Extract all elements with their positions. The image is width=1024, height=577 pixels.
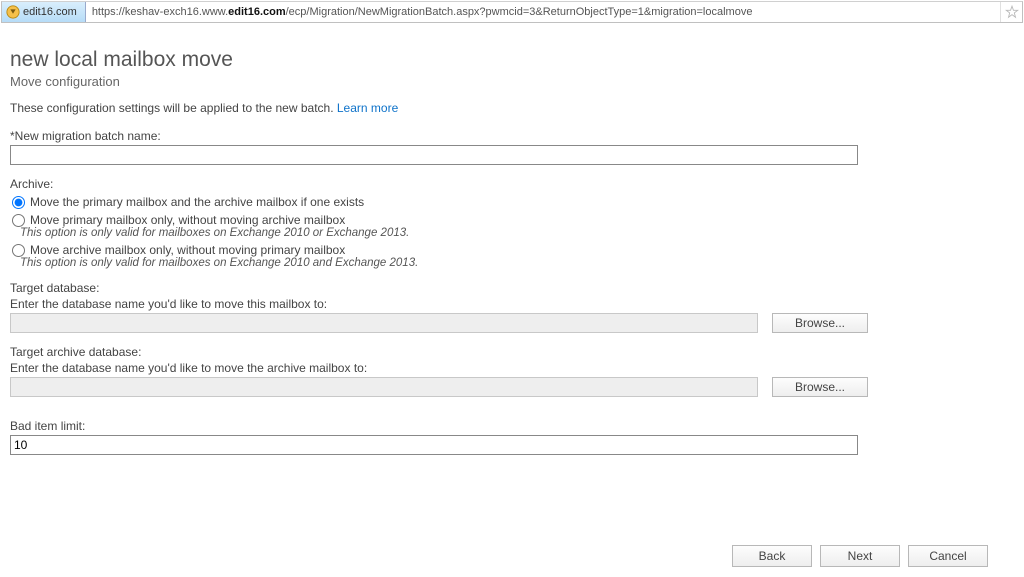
archive-option-primary-label: Move primary mailbox only, without movin… [30,213,345,227]
page-content: new local mailbox move Move configuratio… [0,24,1024,577]
archive-option-archive-label: Move archive mailbox only, without movin… [30,243,345,257]
page-title: new local mailbox move [10,48,1014,72]
star-icon [1005,5,1019,19]
favorite-button[interactable] [1000,2,1022,22]
back-button[interactable]: Back [732,545,812,567]
target-archive-db-helper: Enter the database name you'd like to mo… [10,361,1014,375]
cancel-button[interactable]: Cancel [908,545,988,567]
url-post: /ecp/Migration/NewMigrationBatch.aspx?pw… [286,6,753,18]
batch-name-input[interactable] [10,145,858,165]
archive-radio-primary[interactable] [12,214,25,227]
site-label: edit16.com [23,6,77,18]
learn-more-link[interactable]: Learn more [337,101,398,115]
target-db-helper: Enter the database name you'd like to mo… [10,297,1014,311]
url-pre: https://keshav-exch16.www. [92,6,228,18]
page-subtitle: Move configuration [10,74,1014,89]
footer-buttons: Back Next Cancel [10,545,1014,567]
archive-option-archive[interactable]: Move archive mailbox only, without movin… [12,243,1014,257]
target-archive-db-browse-button[interactable]: Browse... [772,377,868,397]
archive-option-archive-note: This option is only valid for mailboxes … [20,257,1014,269]
address-bar: edit16.com https://keshav-exch16.www.edi… [1,1,1023,23]
archive-option-primary[interactable]: Move primary mailbox only, without movin… [12,213,1014,227]
archive-option-both-label: Move the primary mailbox and the archive… [30,195,364,209]
bad-item-label: Bad item limit: [10,419,1014,433]
target-archive-db-label: Target archive database: [10,345,1014,359]
archive-option-both[interactable]: Move the primary mailbox and the archive… [12,195,1014,209]
next-button[interactable]: Next [820,545,900,567]
bad-item-input[interactable] [10,435,858,455]
url-text[interactable]: https://keshav-exch16.www.edit16.com/ecp… [86,6,1000,18]
archive-radio-both[interactable] [12,196,25,209]
target-db-browse-button[interactable]: Browse... [772,313,868,333]
archive-option-primary-note: This option is only valid for mailboxes … [20,227,1014,239]
site-identity[interactable]: edit16.com [2,2,86,22]
site-icon [6,5,20,19]
description-text: These configuration settings will be app… [10,101,334,115]
batch-name-label: *New migration batch name: [10,129,1014,143]
target-archive-db-input[interactable] [10,377,758,397]
target-db-input[interactable] [10,313,758,333]
url-bold: edit16.com [228,6,285,18]
archive-heading: Archive: [10,177,1014,191]
page-description: These configuration settings will be app… [10,101,1014,115]
archive-radio-archive[interactable] [12,244,25,257]
target-db-label: Target database: [10,281,1014,295]
